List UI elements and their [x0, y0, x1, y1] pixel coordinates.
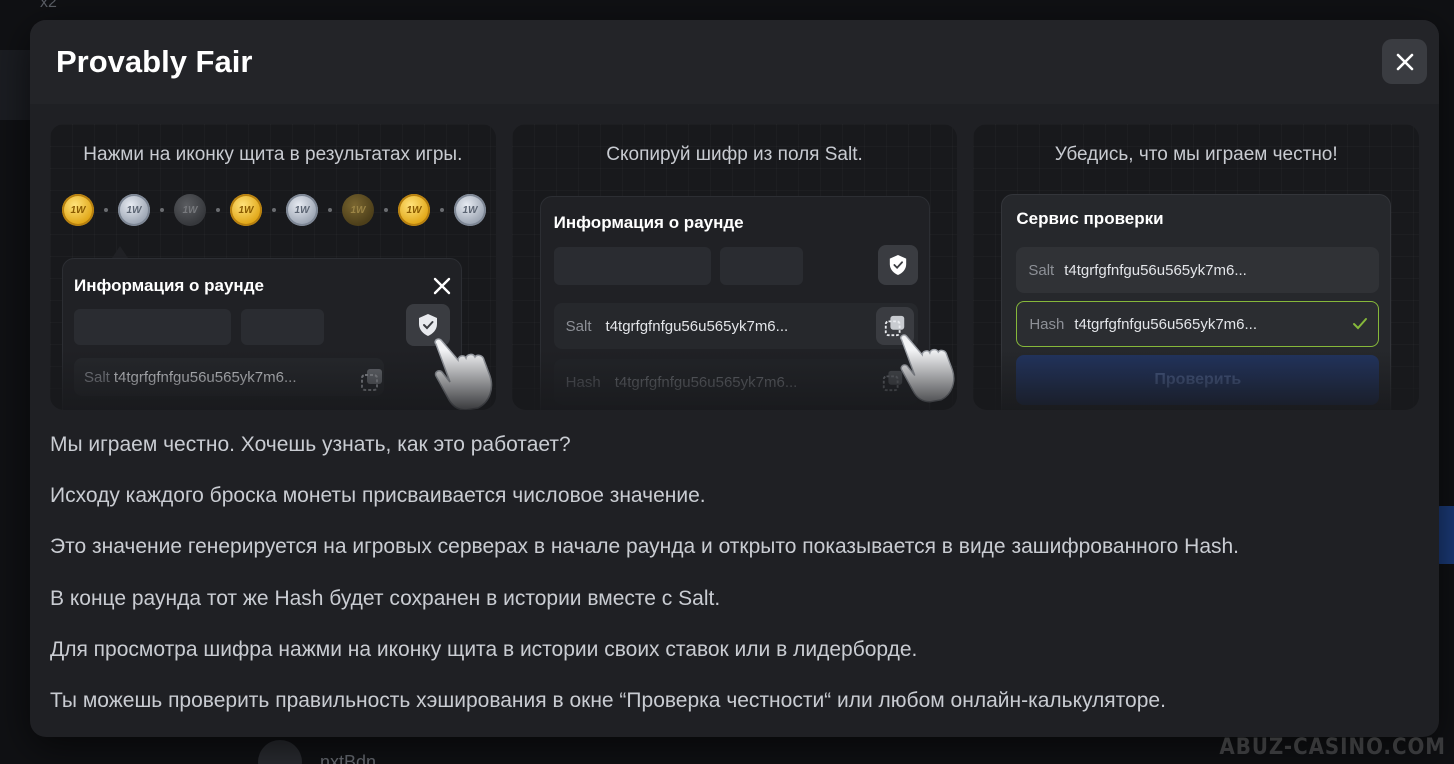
salt-label: Salt — [565, 317, 592, 335]
shield-button[interactable] — [877, 245, 918, 285]
round-info-popup: Информация о раунде Salt t4tgrfgfnfgu56u… — [539, 196, 930, 410]
step-card-2: Скопируй шифр из поля Salt. Информация о… — [511, 124, 958, 410]
verification-title: Сервис проверки — [1016, 209, 1164, 228]
background-leaderboard-row: nxtBdn — [258, 740, 376, 764]
hash-label: Hash — [565, 373, 601, 391]
paragraph: В конце раунда тот же Hash будет сохране… — [50, 586, 721, 610]
verification-service-panel: Сервис проверки Salt t4tgrfgfnfgu56u565y… — [1001, 194, 1392, 410]
coin-result-icon[interactable]: 1W — [174, 194, 206, 226]
hash-label: Hash — [1029, 315, 1065, 333]
explanation-text: Мы играем честно. Хочешь узнать, как это… — [50, 432, 1419, 713]
modal-body: Нажми на иконку щита в результатах игры.… — [30, 104, 1439, 713]
salt-field[interactable]: Salt t4tgrfgfnfgu56u565yk7m6... — [1016, 247, 1380, 293]
background-panel — [0, 50, 30, 120]
placeholder-field — [719, 247, 803, 285]
coin-result-icon[interactable]: 1W — [398, 194, 430, 226]
hash-value: t4tgrfgfnfgu56u565yk7m6... — [1074, 315, 1257, 333]
paragraph: Для просмотра шифра нажми на иконку щита… — [50, 637, 918, 661]
placeholder-field — [553, 247, 711, 285]
avatar — [258, 740, 302, 764]
coin-separator — [272, 208, 276, 212]
shield-icon — [889, 255, 906, 275]
paragraph: Исходу каждого броска монеты присваивает… — [50, 484, 706, 508]
salt-value: t4tgrfgfnfgu56u565yk7m6... — [605, 317, 789, 335]
salt-value: t4tgrfgfnfgu56u565yk7m6... — [113, 368, 297, 386]
salt-value: t4tgrfgfnfgu56u565yk7m6... — [1064, 261, 1247, 279]
modal-title: Provably Fair — [56, 44, 253, 79]
close-icon[interactable] — [431, 275, 453, 297]
step-card-1: Нажми на иконку щита в результатах игры.… — [50, 124, 496, 410]
modal-header: Provably Fair — [30, 20, 1439, 104]
copy-icon[interactable] — [359, 367, 385, 393]
hash-value: t4tgrfgfnfgu56u565yk7m6... — [614, 373, 798, 391]
step-caption: Нажми на иконку щита в результатах игры. — [83, 144, 463, 165]
coin-separator — [328, 208, 332, 212]
coin-separator — [384, 208, 388, 212]
placeholder-field — [241, 309, 324, 345]
salt-field: Salt t4tgrfgfnfgu56u565yk7m6... — [74, 358, 384, 396]
close-button[interactable] — [1382, 39, 1427, 84]
step-caption: Убедись, что мы играем честно! — [1054, 144, 1338, 165]
round-info-title: Информация о раунде — [74, 276, 264, 295]
coin-separator — [104, 208, 108, 212]
step-card-3: Убедись, что мы играем честно! Сервис пр… — [973, 124, 1420, 410]
paragraph: Ты можешь проверить правильность хэширов… — [50, 688, 1166, 712]
coin-result-icon[interactable]: 1W — [454, 194, 486, 226]
check-icon — [1353, 318, 1368, 330]
shield-icon — [419, 314, 437, 336]
pointer-hand-icon — [434, 338, 493, 410]
coin-result-icon[interactable]: 1W — [230, 194, 262, 226]
coin-result-icon[interactable]: 1W — [286, 194, 318, 226]
salt-field: Salt t4tgrfgfnfgu56u565yk7m6... — [553, 303, 918, 349]
paragraph: Мы играем честно. Хочешь узнать, как это… — [50, 433, 571, 456]
coin-result-icon[interactable]: 1W — [342, 194, 374, 226]
salt-label: Salt — [84, 368, 110, 386]
hash-field: Hash t4tgrfgfnfgu56u565yk7m6... — [553, 359, 918, 405]
placeholder-field — [74, 309, 231, 345]
coin-result-icon[interactable]: 1W — [62, 194, 94, 226]
round-info-title: Информация о раунде — [553, 213, 744, 232]
background-multiplier: x2 — [40, 0, 57, 11]
popup-pointer-icon — [112, 246, 128, 258]
close-icon — [1396, 53, 1413, 70]
paragraph: Это значение генерируется на игровых сер… — [50, 535, 1240, 559]
coin-separator — [160, 208, 164, 212]
round-info-popup: Информация о раунде Salt t4tgrfgfnfgu56u… — [62, 258, 462, 410]
coin-separator — [440, 208, 444, 212]
provably-fair-modal: Provably Fair Нажми на иконку щита в рез… — [30, 20, 1439, 737]
step-caption: Скопируй шифр из поля Salt. — [606, 144, 863, 165]
watermark: ABUZ-CASINO.COM — [1219, 735, 1446, 760]
salt-label: Salt — [1028, 261, 1055, 279]
background-username: nxtBdn — [320, 751, 377, 764]
coin-results: 1W 1W 1W 1W 1W 1W 1W 1W — [62, 194, 486, 226]
coin-result-icon[interactable]: 1W — [118, 194, 150, 226]
pointer-hand-icon — [899, 334, 955, 403]
steps-cards: Нажми на иконку щита в результатах игры.… — [50, 124, 1420, 410]
verify-button[interactable]: Проверить — [1016, 355, 1380, 405]
hash-field[interactable]: Hash t4tgrfgfnfgu56u565yk7m6... — [1016, 301, 1380, 347]
coin-separator — [216, 208, 220, 212]
